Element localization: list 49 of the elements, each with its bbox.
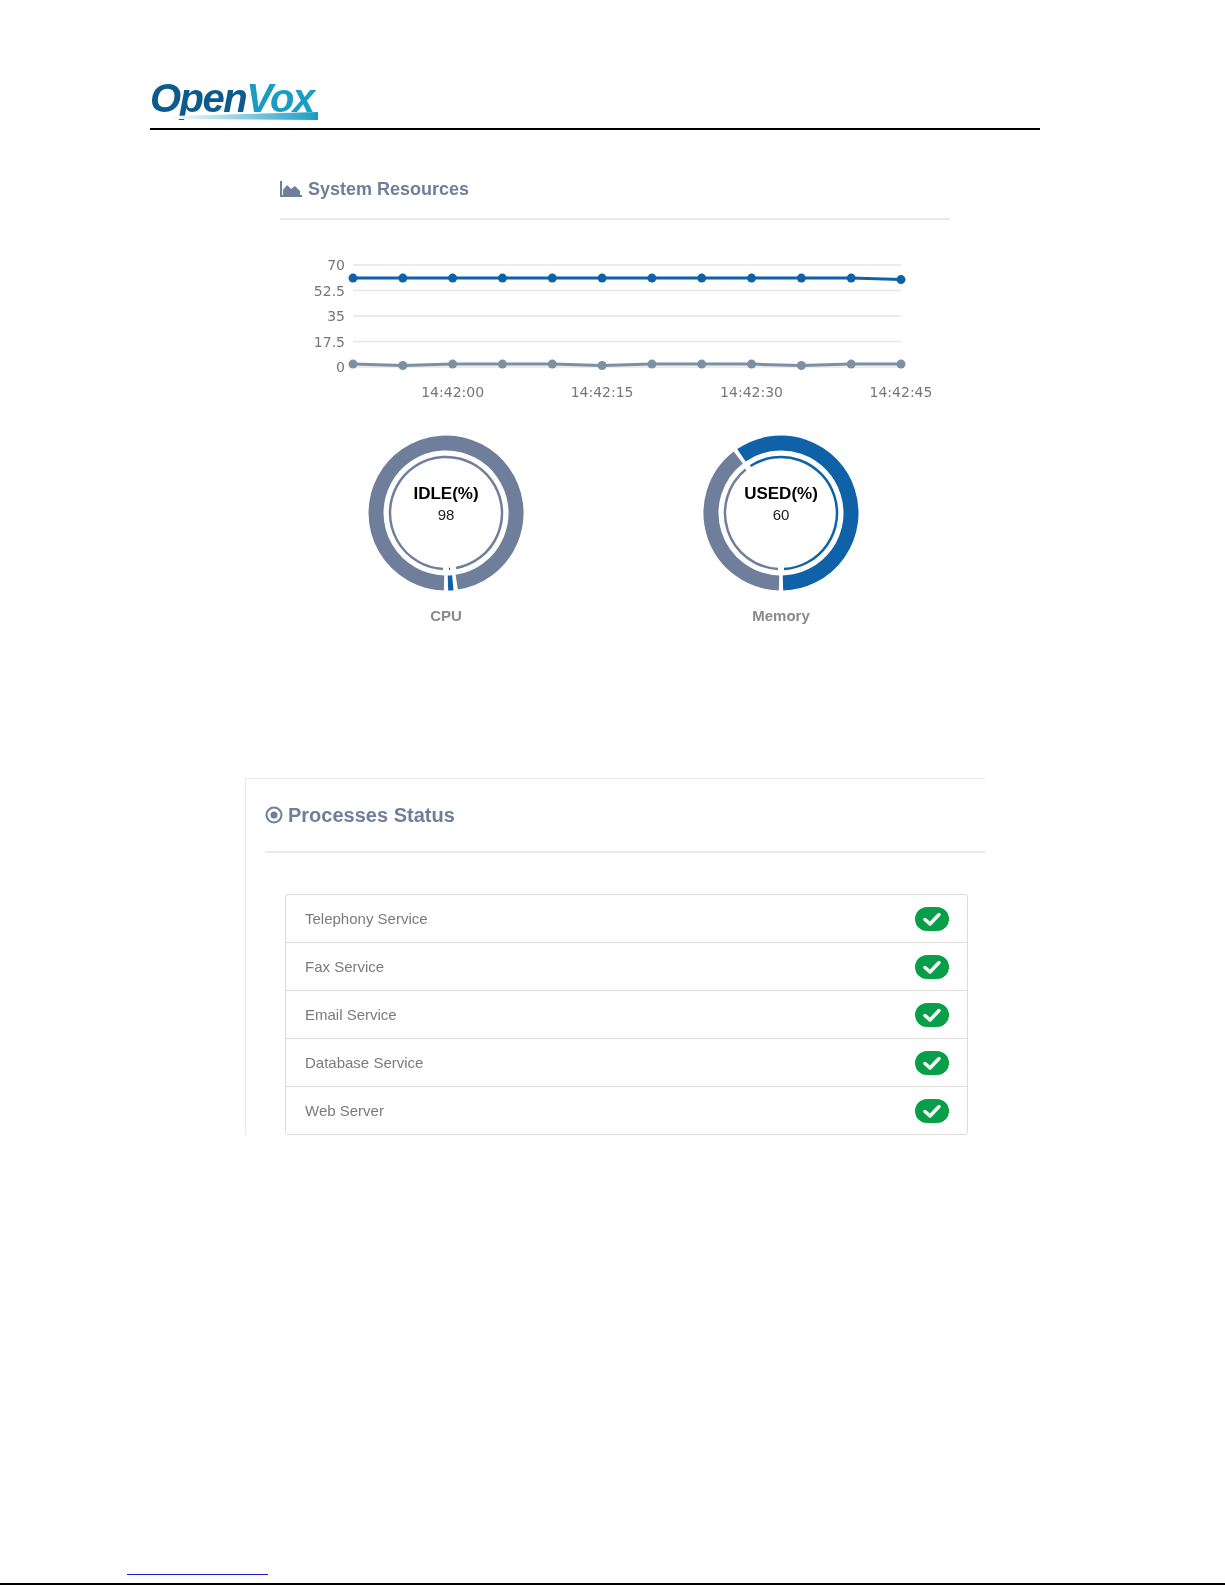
service-name: Web Server bbox=[305, 1102, 384, 1119]
data-point bbox=[647, 359, 657, 369]
gauge-label: Memory bbox=[752, 607, 810, 624]
data-point bbox=[448, 273, 458, 283]
section-title: System Resources bbox=[308, 178, 470, 200]
data-point bbox=[348, 359, 358, 369]
y-tick-label: 70 bbox=[327, 257, 345, 273]
data-point bbox=[896, 359, 906, 369]
data-point bbox=[348, 273, 358, 283]
x-tick-label: 14:42:00 bbox=[421, 384, 485, 400]
data-point bbox=[547, 359, 557, 369]
y-tick-label: 52.5 bbox=[313, 282, 345, 299]
section-title: Processes Status bbox=[288, 803, 455, 827]
data-point bbox=[896, 275, 906, 285]
data-point bbox=[497, 273, 507, 283]
gauge-label: CPU bbox=[430, 607, 462, 624]
gauge-heading: IDLE(%) bbox=[413, 484, 479, 504]
gauge-heading: USED(%) bbox=[744, 484, 818, 504]
x-tick-label: 14:42:15 bbox=[570, 384, 634, 400]
data-point bbox=[747, 273, 757, 283]
x-tick-label: 14:42:30 bbox=[720, 384, 783, 400]
data-point bbox=[697, 359, 707, 369]
y-tick-label: 17.5 bbox=[313, 333, 345, 350]
data-point bbox=[398, 273, 408, 283]
radio-circle-icon bbox=[265, 806, 283, 824]
logo: OpenVox bbox=[150, 76, 324, 120]
data-point bbox=[448, 359, 458, 369]
x-tick-label: 14:42:45 bbox=[869, 384, 933, 400]
service-name: Telephony Service bbox=[305, 910, 428, 927]
data-point bbox=[547, 273, 557, 283]
data-point bbox=[846, 359, 856, 369]
y-tick-label: 35 bbox=[327, 308, 345, 324]
data-point bbox=[647, 273, 657, 283]
data-point bbox=[747, 359, 757, 369]
service-name: Fax Service bbox=[305, 958, 385, 975]
data-point bbox=[597, 361, 607, 371]
data-point bbox=[796, 361, 806, 371]
area-chart-icon bbox=[280, 181, 302, 197]
data-point bbox=[697, 273, 707, 283]
service-name: Database Service bbox=[305, 1054, 424, 1071]
data-point bbox=[846, 273, 856, 283]
data-point bbox=[497, 359, 507, 369]
data-point bbox=[796, 273, 806, 283]
data-point bbox=[398, 361, 408, 371]
data-point bbox=[597, 273, 607, 283]
y-tick-label: 0 bbox=[336, 359, 345, 375]
service-name: Email Service bbox=[305, 1006, 397, 1023]
gauge-value: 98 bbox=[437, 506, 455, 523]
gauge-value: 60 bbox=[772, 506, 790, 523]
